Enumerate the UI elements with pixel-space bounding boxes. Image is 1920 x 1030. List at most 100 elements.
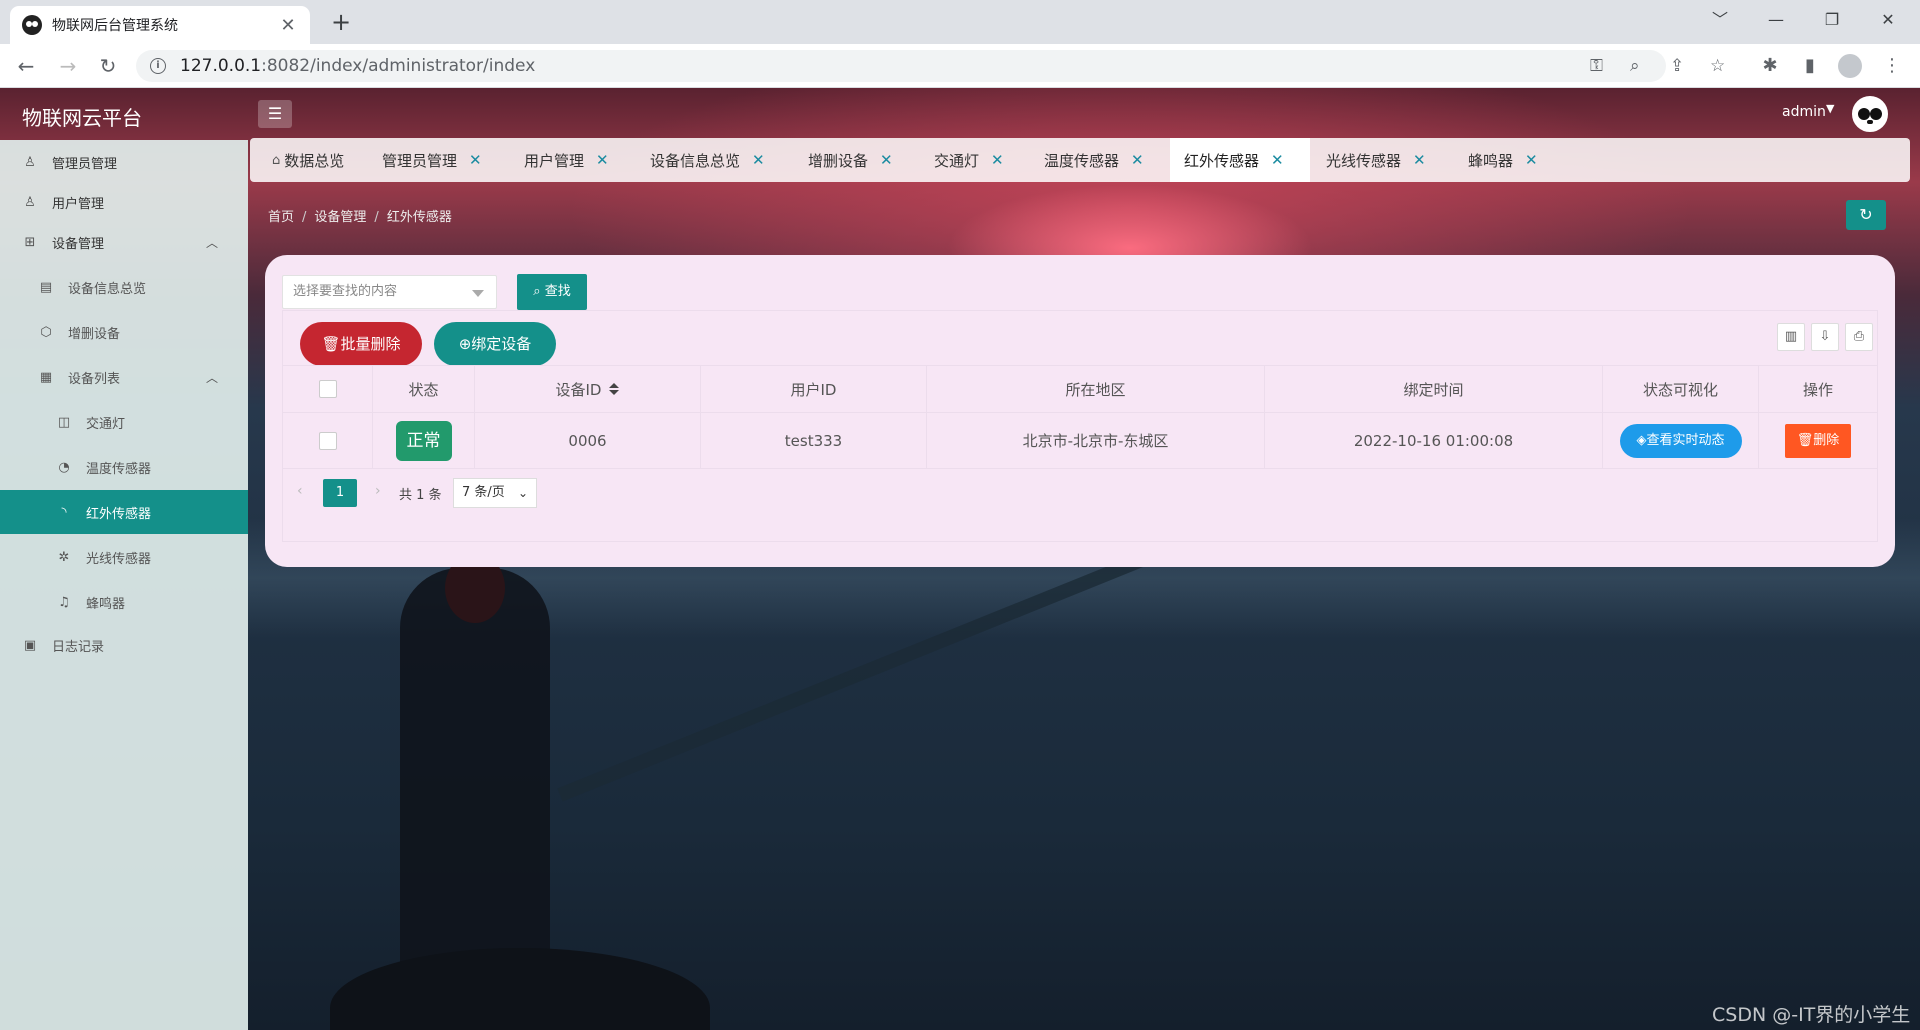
tab-device-overview[interactable]: 设备信息总览 ✕ xyxy=(636,138,779,182)
select-all-checkbox[interactable] xyxy=(318,380,337,398)
tab-label: 增删设备 xyxy=(808,151,869,170)
page-size-select[interactable]: 7 条/页 ⌄ xyxy=(453,478,537,508)
sidebar: ♙ 管理员管理 ♙ 用户管理 ⊞ 设备管理 ︿ ▤ 设备信息总览 ⬡ 增删设备 … xyxy=(0,140,248,1030)
avatar[interactable] xyxy=(1852,96,1888,132)
breadcrumb-home[interactable]: 首页 xyxy=(268,210,294,225)
column-header: 绑定时间 xyxy=(1265,366,1603,412)
bookmark-star-icon[interactable]: ☆ xyxy=(1710,56,1725,76)
tab-admin-manage[interactable]: 管理员管理 ✕ xyxy=(368,138,496,182)
reload-icon[interactable]: ↻ xyxy=(94,52,122,80)
trash-icon: 🗑 xyxy=(321,335,341,353)
sidebar-item-infrared-sensor[interactable]: ◝ 红外传感器 xyxy=(0,490,248,534)
close-tab-icon[interactable]: ✕ xyxy=(278,15,298,36)
minimize-button[interactable]: — xyxy=(1756,4,1796,36)
sidebar-item-label: 用户管理 xyxy=(52,196,105,212)
close-icon[interactable]: ✕ xyxy=(1271,151,1284,169)
admin-username[interactable]: admin xyxy=(1782,104,1826,120)
more-menu-icon[interactable]: ⋮ xyxy=(1880,54,1904,78)
sidebar-item-admin-manage[interactable]: ♙ 管理员管理 xyxy=(0,140,248,184)
sidebar-item-label: 增删设备 xyxy=(68,326,121,342)
sidebar-item-light-sensor[interactable]: ✲ 光线传感器 xyxy=(0,535,248,579)
tab-temperature-sensor[interactable]: 温度传感器 ✕ xyxy=(1030,138,1158,182)
refresh-icon[interactable]: ↻ xyxy=(1846,200,1886,230)
url-input[interactable]: i 127.0.0.1:8082/index/administrator/ind… xyxy=(136,50,1725,82)
menu-toggle-icon[interactable]: ☰ xyxy=(258,100,292,128)
share-icon[interactable]: ⇪ xyxy=(1670,56,1684,76)
tab-label: 温度传感器 xyxy=(1044,151,1120,170)
sidebar-item-log[interactable]: ▣ 日志记录 xyxy=(0,623,248,667)
sidebar-item-traffic-light[interactable]: ◫ 交通灯 xyxy=(0,400,248,444)
breadcrumb-device-manage[interactable]: 设备管理 xyxy=(314,210,366,225)
tab-light-sensor[interactable]: 光线传感器 ✕ xyxy=(1312,138,1440,182)
close-icon[interactable]: ✕ xyxy=(596,151,609,169)
tab-traffic-light[interactable]: 交通灯 ✕ xyxy=(920,138,1018,182)
sort-icon[interactable] xyxy=(609,383,620,395)
export-icon[interactable]: ⇩ xyxy=(1811,323,1839,351)
sidebar-item-device-manage[interactable]: ⊞ 设备管理 ︿ xyxy=(0,220,248,264)
bind-device-button[interactable]: ⊕绑定设备 xyxy=(434,322,556,366)
window-close-button[interactable]: ✕ xyxy=(1868,4,1908,36)
side-panel-icon[interactable]: ▮ xyxy=(1798,54,1822,78)
batch-delete-button[interactable]: 🗑批量删除 xyxy=(300,322,422,366)
user-icon: ♙ xyxy=(24,154,36,170)
prev-page-icon[interactable]: ‹ xyxy=(297,483,303,499)
back-arrow-icon[interactable]: ← xyxy=(12,52,40,80)
layers-icon: ◈ xyxy=(1636,432,1647,448)
row-checkbox[interactable] xyxy=(318,431,337,450)
caret-down-icon[interactable]: ▼ xyxy=(1826,102,1834,115)
sidebar-item-temperature-sensor[interactable]: ◔ 温度传感器 xyxy=(0,445,248,489)
sidebar-item-device-overview[interactable]: ▤ 设备信息总览 xyxy=(0,265,248,309)
cube-icon: ⬡ xyxy=(40,324,52,340)
tab-label: 光线传感器 xyxy=(1326,151,1402,170)
print-icon[interactable]: ⎙ xyxy=(1845,323,1873,351)
new-tab-button[interactable]: + xyxy=(326,8,356,38)
tab-infrared-sensor[interactable]: 红外传感器 ✕ xyxy=(1170,138,1310,182)
restore-button[interactable]: ❐ xyxy=(1812,4,1852,36)
view-realtime-button[interactable]: ◈查看实时动态 xyxy=(1619,423,1742,458)
site-info-icon[interactable]: i xyxy=(150,58,166,74)
close-icon[interactable]: ✕ xyxy=(880,151,893,169)
breadcrumb-separator: / xyxy=(302,210,307,225)
tab-label: 蜂鸣器 xyxy=(1468,151,1514,170)
browser-tab[interactable]: 物联网后台管理系统 ✕ xyxy=(10,6,310,44)
sidebar-item-label: 日志记录 xyxy=(52,639,105,655)
close-icon[interactable]: ✕ xyxy=(752,151,765,169)
sidebar-item-label: 光线传感器 xyxy=(86,551,152,567)
profile-icon[interactable] xyxy=(1838,54,1862,78)
trash-icon: 🗑 xyxy=(1796,432,1814,448)
bell-icon: ♫ xyxy=(58,594,70,610)
search-select[interactable]: 选择要查找的内容 xyxy=(282,275,497,309)
zoom-icon[interactable]: ⌕ xyxy=(1630,56,1640,76)
next-page-icon[interactable]: › xyxy=(375,483,381,499)
platform-logo[interactable]: 物联网云平台 xyxy=(22,102,142,131)
tab-data-overview[interactable]: ⌂ 数据总览 xyxy=(258,138,358,182)
tab-label: 交通灯 xyxy=(934,151,980,170)
close-icon[interactable]: ✕ xyxy=(991,151,1004,169)
close-icon[interactable]: ✕ xyxy=(469,151,482,169)
sidebar-item-add-remove-device[interactable]: ⬡ 增删设备 xyxy=(0,310,248,354)
tab-buzzer[interactable]: 蜂鸣器 ✕ xyxy=(1454,138,1552,182)
key-icon[interactable]: ⚿ xyxy=(1590,56,1603,76)
column-header-sortable[interactable]: 设备ID xyxy=(475,366,701,412)
tab-add-remove-device[interactable]: 增删设备 ✕ xyxy=(794,138,907,182)
sidebar-item-buzzer[interactable]: ♫ 蜂鸣器 xyxy=(0,580,248,624)
column-header: 用户ID xyxy=(701,366,927,412)
page-current[interactable]: 1 xyxy=(323,479,357,507)
columns-filter-icon[interactable]: ▥ xyxy=(1777,323,1805,351)
search-button-label: 查找 xyxy=(544,284,571,299)
app-header: 物联网云平台 ☰ admin ▼ xyxy=(0,88,1920,140)
forward-arrow-icon[interactable]: → xyxy=(54,52,82,80)
search-button[interactable]: ⌕ 查找 xyxy=(517,274,587,310)
tab-user-manage[interactable]: 用户管理 ✕ xyxy=(510,138,623,182)
close-icon[interactable]: ✕ xyxy=(1413,151,1426,169)
close-icon[interactable]: ✕ xyxy=(1131,151,1144,169)
close-icon[interactable]: ✕ xyxy=(1525,151,1538,169)
tab-search-icon[interactable]: ﹀ xyxy=(1700,4,1740,36)
sidebar-item-device-list[interactable]: ▦ 设备列表 ︿ xyxy=(0,355,248,399)
sidebar-item-user-manage[interactable]: ♙ 用户管理 xyxy=(0,180,248,224)
delete-button[interactable]: 🗑删除 xyxy=(1785,423,1851,458)
extensions-icon[interactable]: ✱ xyxy=(1758,54,1782,78)
search-icon: ⌕ xyxy=(533,284,541,299)
breadcrumb: 首页 / 设备管理 / 红外传感器 xyxy=(268,206,452,225)
sidebar-item-label: 管理员管理 xyxy=(52,156,118,172)
